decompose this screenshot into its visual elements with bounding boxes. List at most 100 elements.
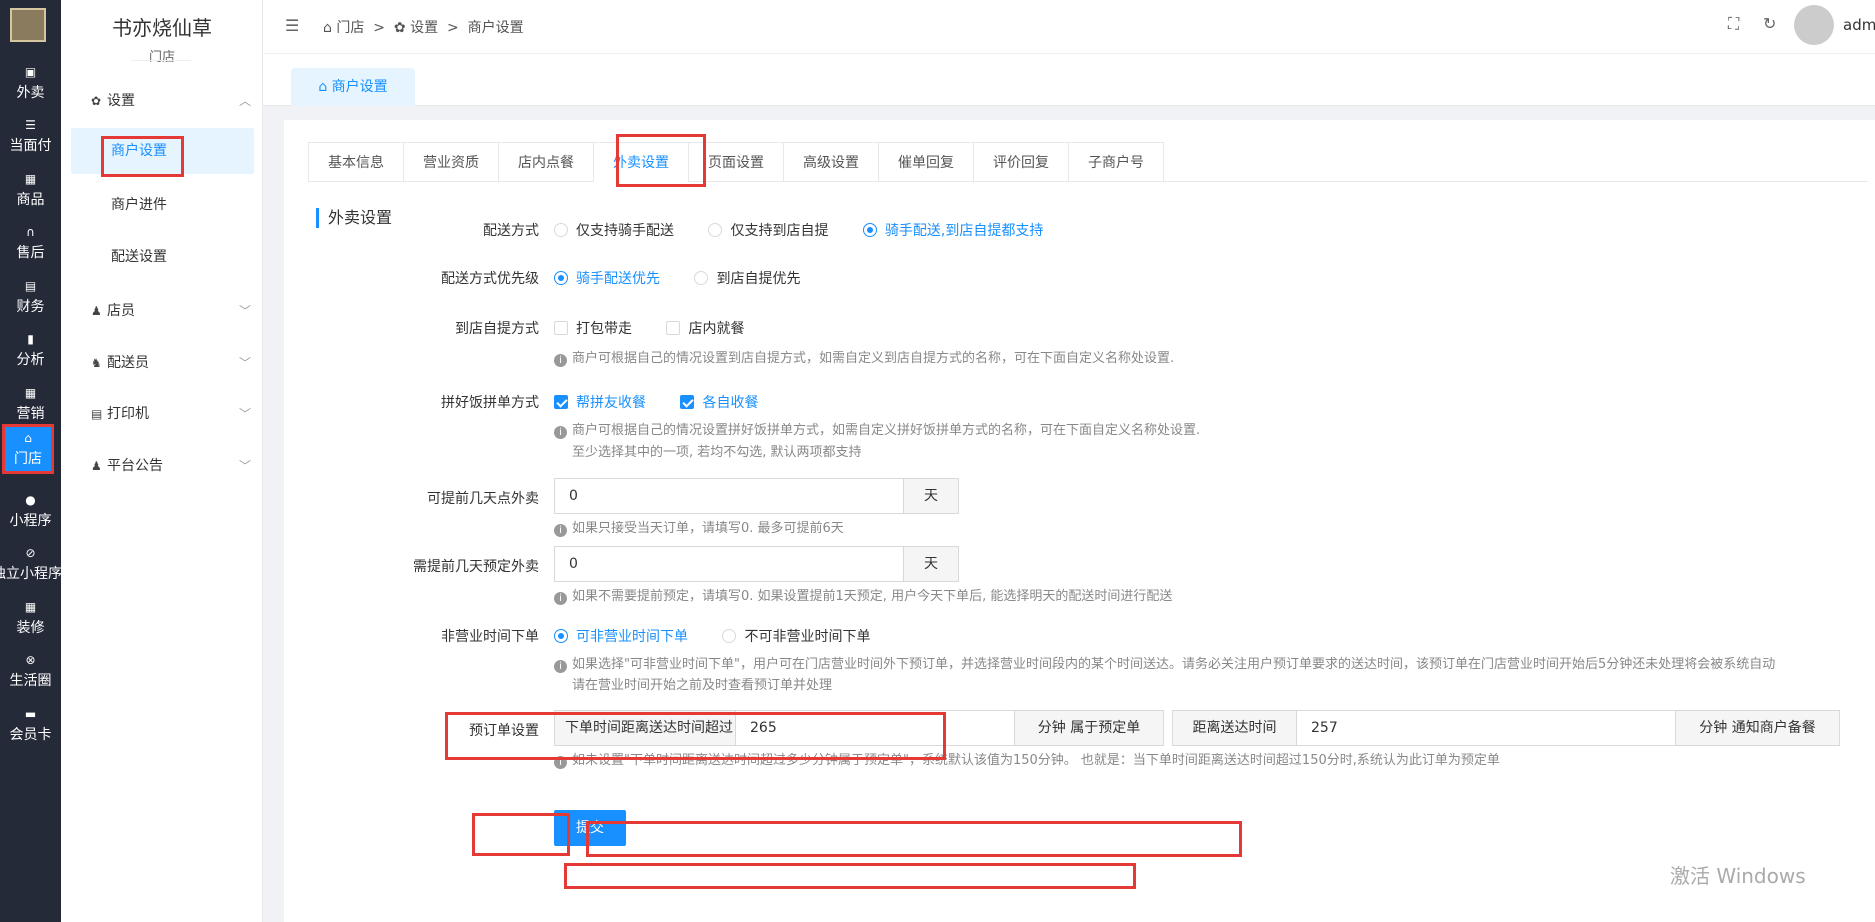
tab-qualification[interactable]: 营业资质	[403, 142, 498, 182]
chevron-down-icon: ﹀	[238, 459, 251, 473]
radio-rider-only[interactable]: 仅支持骑手配送	[554, 223, 674, 239]
radio-pickup-first[interactable]: 到店自提优先	[694, 271, 800, 287]
pickup-checkbox-group: 打包带走 店内就餐	[554, 318, 774, 338]
rider-icon: ♞	[91, 356, 102, 370]
store-icon: ⌂	[24, 431, 32, 445]
rail-takeout[interactable]: ▣ 外卖	[0, 55, 61, 115]
checkbox-self-receive[interactable]: 各自收餐	[680, 395, 758, 411]
checkbox-dinein[interactable]: 店内就餐	[666, 321, 744, 337]
tab-advanced[interactable]: 高级设置	[783, 142, 878, 182]
rail-decor[interactable]: ▦ 装修	[0, 590, 61, 650]
page-tab-merchant-settings[interactable]: ⌂ 商户设置	[291, 68, 415, 106]
link-icon: ⊘	[25, 546, 36, 560]
tab-basic-info[interactable]: 基本信息	[308, 142, 403, 182]
hint-offhours: i 如果选择"可非营业时间下单"，用户可在门店营业时间外下预订单，并选择营业时间段…	[554, 654, 1775, 675]
reservation-prefix: 下单时间距离送达时间超过	[554, 710, 736, 746]
delivery-radio-group: 仅支持骑手配送 仅支持到店自提 骑手配送,到店自提都支持	[554, 220, 1073, 240]
nav-group-staff[interactable]: ♟ 店员 ﹀	[91, 298, 251, 324]
menu-fold-icon[interactable]: ☰	[285, 16, 299, 35]
hint-preorder-days: i 如果不需要提前预定，请填写0. 如果设置提前1天预定, 用户今天下单后, 能选…	[554, 586, 1172, 607]
label-preorder-days: 需提前几天预定外卖	[413, 559, 539, 575]
takeout-icon: ▣	[24, 65, 37, 79]
info-icon: i	[554, 426, 567, 439]
refresh-icon[interactable]: ↻	[1763, 14, 1776, 33]
crumb-merchant: 商户设置	[467, 20, 524, 36]
notify-prefix: 距离送达时间	[1172, 710, 1297, 746]
rail-analysis[interactable]: ▮ 分析	[0, 322, 61, 382]
shop-sub: 门店	[148, 50, 175, 65]
circle-icon: ⊗	[25, 653, 36, 667]
hint-offhours-2: 请在营业时间开始之前及时查看预订单并处理	[572, 678, 833, 693]
chevron-down-icon: ﹀	[238, 407, 251, 421]
radio-rider-first[interactable]: 骑手配送优先	[554, 271, 660, 287]
headset-icon: ∩	[26, 225, 35, 239]
avatar[interactable]	[1794, 5, 1834, 45]
label-pickup: 到店自提方式	[455, 321, 539, 337]
rail-aftersale[interactable]: ∩ 售后	[0, 215, 61, 275]
app-logo	[10, 8, 46, 42]
chevron-down-icon: ﹀	[238, 356, 251, 370]
tab-sub-merchant[interactable]: 子商户号	[1068, 142, 1164, 182]
nav-group-rider[interactable]: ♞ 配送员 ﹀	[91, 350, 251, 376]
main-rail: ▣外卖 ☰当面付 ▦商品 ∩售后 ▤财务 ▮分析 ▦营销 ⌂门店 ●小程序 ⊘独…	[0, 0, 61, 922]
preorder-days-input[interactable]: 0	[554, 546, 904, 582]
label-advance-days: 可提前几天点外卖	[427, 491, 539, 507]
crumb-store[interactable]: 门店	[336, 20, 364, 36]
priority-radio-group: 骑手配送优先 到店自提优先	[554, 268, 830, 288]
tab-review-reply[interactable]: 评价回复	[973, 142, 1068, 182]
nav-group-notice[interactable]: ♟ 平台公告 ﹀	[91, 453, 251, 479]
tab-page[interactable]: 页面设置	[688, 142, 783, 182]
info-icon: i	[554, 524, 567, 537]
fullscreen-icon[interactable]: ⛶	[1728, 14, 1739, 34]
advance-days-input[interactable]: 0	[554, 478, 904, 514]
label-delivery: 配送方式	[483, 223, 539, 239]
crumb-settings[interactable]: 设置	[410, 20, 438, 36]
finance-icon: ▤	[24, 279, 37, 293]
hint-group-2: 至少选择其中的一项, 若均不勾选, 默认两项都支持	[572, 445, 862, 460]
rail-standalone-mini[interactable]: ⊘独立小程序	[0, 536, 61, 596]
chart-icon: ▮	[27, 332, 34, 346]
rail-goods[interactable]: ▦ 商品	[0, 162, 61, 222]
radio-both[interactable]: 骑手配送,到店自提都支持	[862, 223, 1043, 239]
decor-icon: ▦	[24, 600, 37, 614]
announce-icon: ♟	[91, 459, 102, 473]
store-icon: ⌂	[323, 20, 332, 36]
nav-merchant-settings[interactable]: 商户设置	[71, 128, 254, 174]
info-icon: i	[554, 354, 567, 367]
checkbox-takeaway[interactable]: 打包带走	[554, 321, 632, 337]
radio-allow-offhours[interactable]: 可非营业时间下单	[554, 629, 688, 645]
nav-group-settings[interactable]: ✿ 设置 ︿	[91, 88, 251, 114]
rail-lifecircle[interactable]: ⊗ 生活圈	[0, 643, 61, 703]
offhours-radio-group: 可非营业时间下单 不可非营业时间下单	[554, 626, 900, 646]
notify-threshold-input[interactable]: 257	[1296, 710, 1676, 746]
chevron-up-icon: ︿	[238, 94, 251, 108]
gift-icon: ▦	[24, 172, 37, 186]
submit-button[interactable]: 提交	[554, 810, 626, 846]
radio-deny-offhours[interactable]: 不可非营业时间下单	[722, 629, 870, 645]
tab-takeout[interactable]: 外卖设置	[593, 142, 688, 182]
admin-name[interactable]: admin	[1843, 16, 1875, 34]
nav-delivery-settings[interactable]: 配送设置	[71, 234, 254, 280]
divider	[131, 60, 191, 61]
nav-group-printer[interactable]: ▤ 打印机 ﹀	[91, 401, 251, 427]
sub-nav: 书亦烧仙草 门店 ✿ 设置 ︿ 商户设置 商户进件 配送设置 ♟ 店员 ﹀ ♞ 配送员 ﹀ …	[61, 0, 263, 922]
hint-advance-days: i 如果只接受当天订单，请填写0. 最多可提前6天	[554, 518, 844, 539]
rail-facepay[interactable]: ☰ 当面付	[0, 108, 61, 168]
tab-urge-reply[interactable]: 催单回复	[878, 142, 973, 182]
label-group: 拼好饭拼单方式	[441, 395, 539, 411]
info-icon: i	[554, 660, 567, 673]
gear-icon: ✿	[91, 94, 102, 108]
tab-dine-in[interactable]: 店内点餐	[498, 142, 593, 182]
user-icon: ♟	[91, 304, 102, 318]
rail-miniprogram[interactable]: ● 小程序	[0, 483, 61, 543]
radio-pickup-only[interactable]: 仅支持到店自提	[708, 223, 828, 239]
top-bar: ☰ ⌂ 门店 > ✿ 设置 > 商户设置 ⛶ ↻ admin	[263, 0, 1875, 54]
checkbox-help-receive[interactable]: 帮拼友收餐	[554, 395, 646, 411]
reservation-threshold-input[interactable]: 265	[735, 710, 1015, 746]
main-panel: 基本信息 营业资质 店内点餐 外卖设置 页面设置 高级设置 催单回复 评价回复 …	[284, 120, 1875, 922]
rail-store[interactable]: ⌂ 门店	[2, 424, 54, 474]
preorder-days-unit: 天	[903, 546, 959, 582]
nav-merchant-onboarding[interactable]: 商户进件	[71, 182, 254, 228]
rail-membercard[interactable]: ▬ 会员卡	[0, 697, 61, 757]
rail-finance[interactable]: ▤ 财务	[0, 269, 61, 329]
